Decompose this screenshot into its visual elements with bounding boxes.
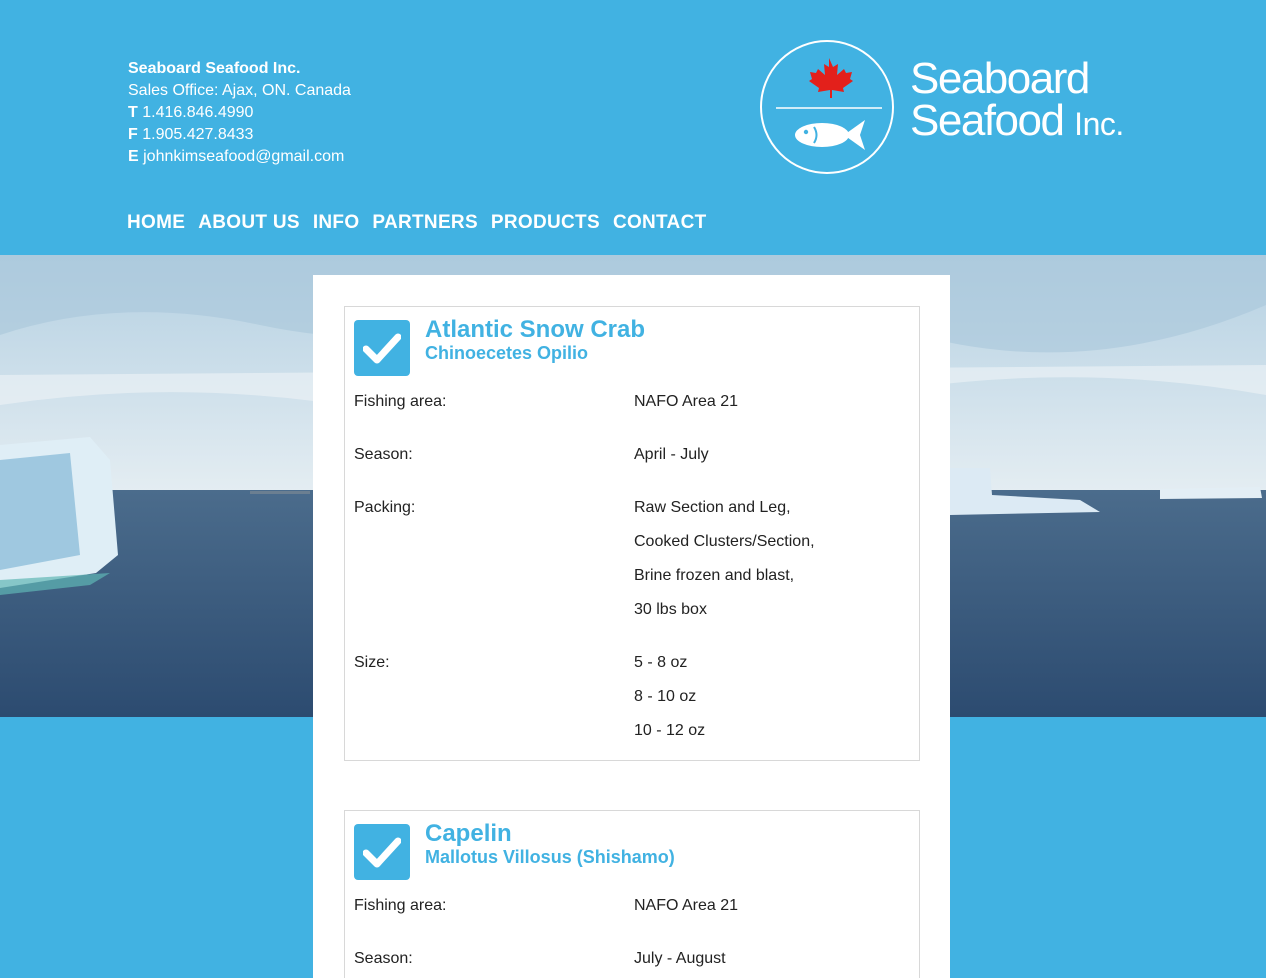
logo-emblem [760, 40, 894, 174]
spec-value-line: NAFO Area 21 [634, 897, 739, 914]
spec-value: 5 - 8 oz 8 - 10 oz 10 - 12 oz [634, 646, 705, 748]
product-header: Atlantic Snow Crab Chinoecetes Opilio [345, 307, 919, 385]
spec-label: Packing: [354, 499, 416, 516]
spec-value: NAFO Area 21 [634, 385, 738, 419]
spec-label: Season: [354, 950, 413, 967]
logo-line-2-text: Seafood [910, 96, 1065, 145]
spec-size: Size: 5 - 8 oz 8 - 10 oz 10 - 12 oz [354, 646, 910, 748]
checkmark-icon [363, 837, 401, 868]
main-nav: HOME ABOUT US INFO PARTNERS PRODUCTS CON… [127, 212, 707, 234]
spec-value-line: Cooked Clusters/Section, [634, 533, 815, 550]
fish-icon [795, 120, 865, 150]
nav-products[interactable]: PRODUCTS [491, 212, 600, 234]
product-specs: Fishing area: NAFO Area 21 Season: April… [345, 385, 919, 748]
spec-value: Raw Section and Leg, Cooked Clusters/Sec… [634, 491, 815, 627]
logo-wordmark: Seaboard Seafood Inc. [910, 54, 1124, 145]
product-header: Capelin Mallotus Villosus (Shishamo) [345, 811, 919, 889]
site-header: Seaboard Seafood Inc. Sales Office: Ajax… [0, 0, 1266, 255]
spec-value-line: April - July [634, 446, 709, 463]
logo-emblem-graphic [776, 58, 882, 150]
spec-value-line: 8 - 10 oz [634, 688, 697, 705]
spec-label: Fishing area: [354, 897, 447, 914]
company-name: Seaboard Seafood Inc. [128, 60, 301, 77]
checkmark-icon [363, 333, 401, 364]
spec-season: Season: April - July [354, 438, 910, 472]
logo-line-1: Seaboard [910, 54, 1090, 103]
maple-leaf-icon [809, 58, 853, 98]
spec-value-line: 5 - 8 oz [634, 654, 688, 671]
fax-number: 1.905.427.8433 [137, 126, 254, 143]
spec-value-line: 30 lbs box [634, 601, 707, 618]
spec-value-line: Brine frozen and blast, [634, 567, 795, 584]
nav-home[interactable]: HOME [127, 212, 185, 234]
check-badge [354, 320, 410, 376]
spec-value-line: Raw Section and Leg, [634, 499, 791, 516]
spec-fishing-area: Fishing area: NAFO Area 21 [354, 385, 910, 419]
phone-line: T 1.416.846.4990 [128, 102, 351, 124]
phone-number: 1.416.846.4990 [137, 104, 254, 121]
nav-info[interactable]: INFO [313, 212, 360, 234]
product-name: Atlantic Snow Crab [425, 316, 646, 343]
product-latin-name: Chinoecetes Opilio [425, 343, 589, 363]
spec-value-line: July - August [634, 950, 726, 967]
spec-value: April - July [634, 438, 709, 472]
spec-fishing-area: Fishing area: NAFO Area 21 [354, 889, 910, 923]
check-badge [354, 824, 410, 880]
products-panel: Atlantic Snow Crab Chinoecetes Opilio Fi… [313, 275, 950, 978]
spec-value-line: 10 - 12 oz [634, 722, 706, 739]
contact-info: Seaboard Seafood Inc. Sales Office: Ajax… [128, 58, 351, 168]
spec-season: Season: July - August [354, 942, 910, 976]
logo-inc: Inc. [1074, 106, 1124, 142]
product-card-snow-crab: Atlantic Snow Crab Chinoecetes Opilio Fi… [344, 306, 920, 761]
product-card-capelin: Capelin Mallotus Villosus (Shishamo) Fis… [344, 810, 920, 978]
spec-value-line: NAFO Area 21 [634, 393, 739, 410]
product-latin-name: Mallotus Villosus (Shishamo) [425, 847, 675, 867]
logo-line-2: Seafood Inc. [910, 99, 1124, 145]
spec-label: Size: [354, 654, 390, 671]
product-name: Capelin [425, 820, 512, 847]
spec-label: Season: [354, 446, 413, 463]
phone-label: T [128, 104, 138, 121]
nav-partners[interactable]: PARTNERS [372, 212, 478, 234]
fax-label: F [128, 126, 138, 143]
email-label: E [128, 148, 139, 165]
email-line: E johnkimseafood@gmail.com [128, 146, 351, 168]
nav-contact[interactable]: CONTACT [613, 212, 707, 234]
fax-line: F 1.905.427.8433 [128, 124, 351, 146]
site-logo[interactable]: Seaboard Seafood Inc. [760, 40, 1160, 176]
spec-value: July - August [634, 942, 726, 976]
sales-office: Sales Office: Ajax, ON. Canada [128, 82, 351, 99]
nav-about-us[interactable]: ABOUT US [198, 212, 300, 234]
product-specs: Fishing area: NAFO Area 21 Season: July … [345, 889, 919, 976]
spec-label: Fishing area: [354, 393, 447, 410]
email-address[interactable]: johnkimseafood@gmail.com [139, 148, 344, 165]
spec-value: NAFO Area 21 [634, 889, 738, 923]
spec-packing: Packing: Raw Section and Leg, Cooked Clu… [354, 491, 910, 627]
